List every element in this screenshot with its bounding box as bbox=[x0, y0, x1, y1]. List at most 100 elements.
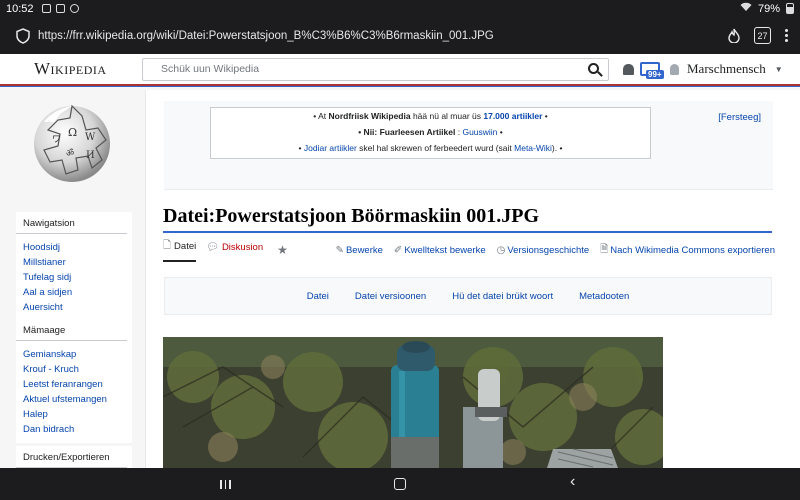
tabs-button[interactable]: 27 bbox=[754, 27, 771, 44]
articles-link[interactable]: artiikler bbox=[329, 143, 356, 153]
clock-icon: ◷ bbox=[496, 244, 506, 256]
commons-export-label: Nach Wikimedia Commons exportieren bbox=[610, 244, 775, 256]
tab-file-label: Datei bbox=[174, 241, 197, 252]
sidebar-item-overview[interactable]: Auersicht bbox=[23, 300, 125, 315]
browser-toolbar: https://frr.wikipedia.org/wiki/Datei:Pow… bbox=[0, 17, 800, 54]
sidebar-item-help[interactable]: Halep bbox=[23, 407, 125, 422]
chevron-down-icon[interactable]: ▼ bbox=[775, 65, 783, 74]
sidebar: Ω W ワ ॐ И Nawigatsion Hoodsidj Millstian… bbox=[0, 90, 145, 468]
edit-source-label: Kwelltekst bewerke bbox=[404, 244, 486, 256]
android-nav-bar: ‹ bbox=[0, 468, 800, 500]
username[interactable]: Marschmensch bbox=[687, 61, 766, 77]
edit-button[interactable]: ✎ Bewerke bbox=[336, 242, 383, 259]
site-notice-table: • At Nordfriisk Wikipedia hää nü al muar… bbox=[210, 107, 651, 159]
filetoc-versions-link[interactable]: Datei versioonen bbox=[355, 291, 426, 302]
battery-icon bbox=[786, 3, 794, 14]
featured-article-link[interactable]: Guuswiin bbox=[462, 127, 497, 137]
print-portlet: Drucken/Exportieren bbox=[16, 446, 132, 468]
edit-label: Bewerke bbox=[345, 244, 383, 256]
flame-icon[interactable] bbox=[728, 28, 740, 43]
battery-level: 79% bbox=[757, 2, 780, 15]
svg-text:ワ: ワ bbox=[52, 135, 61, 145]
tab-file[interactable]: 🗋 Datei bbox=[163, 238, 197, 262]
notice-text: • At bbox=[313, 111, 329, 121]
sidebar-item-community[interactable]: Gemianskap bbox=[23, 347, 125, 362]
wikitext-icon: ✐ bbox=[393, 244, 403, 256]
file-image[interactable] bbox=[163, 337, 663, 468]
svg-text:И: И bbox=[86, 150, 95, 161]
commons-export-button[interactable]: 🗎 Nach Wikimedia Commons exportieren bbox=[600, 242, 775, 259]
site-notice: • At Nordfriisk Wikipedia hää nü al muar… bbox=[164, 101, 773, 190]
sidebar-item-main-page[interactable]: Hoodsidj bbox=[23, 240, 125, 255]
bell-icon[interactable] bbox=[623, 63, 634, 75]
notices-badge: 99+ bbox=[646, 70, 664, 79]
notice-bold: • Nii: Fuarleesen Artiikel bbox=[358, 127, 456, 137]
wifi-icon bbox=[740, 2, 752, 15]
pencil-icon: ✎ bbox=[335, 244, 344, 256]
sidebar-item-village-pump[interactable]: Krouf - Kruch bbox=[23, 362, 125, 377]
file-toc: Datei Datei versioonen Hü det datei brük… bbox=[164, 277, 772, 315]
speech-bubble-icon: 💬︎ bbox=[206, 242, 219, 253]
hide-notice-link[interactable]: [Fersteeg] bbox=[718, 112, 761, 123]
mail-notification-icon bbox=[55, 4, 65, 13]
article-count-link[interactable]: 17.000 artiikler bbox=[483, 111, 542, 121]
file-icon: 🗋 bbox=[163, 240, 172, 251]
tab-talk[interactable]: 💬︎ Diskusion bbox=[206, 242, 263, 258]
android-status-bar: 10:52 79% bbox=[0, 0, 800, 17]
page-title: Datei:Powerstatsjoon Böörmaskiin 001.JPG bbox=[163, 205, 772, 233]
notice-text: • bbox=[542, 111, 548, 121]
home-button[interactable] bbox=[394, 478, 406, 490]
history-button[interactable]: ◷ Versionsgeschichte bbox=[497, 242, 590, 259]
search-input[interactable]: Schük uun Wikipedia bbox=[142, 57, 609, 81]
search-placeholder: Schük uun Wikipedia bbox=[161, 63, 260, 75]
notice-bold: Nordfriisk Wikipedia bbox=[328, 111, 411, 121]
tab-talk-label: Diskusion bbox=[221, 242, 264, 253]
recents-button[interactable] bbox=[220, 480, 231, 489]
user-icon bbox=[670, 63, 679, 75]
notice-text: • bbox=[497, 127, 503, 137]
nav-portlet: Nawigatsion Hoodsidj Millstianer Tufelag… bbox=[16, 212, 132, 321]
wikipedia-wordmark[interactable]: Wikipedia bbox=[34, 59, 142, 79]
sidebar-item-all-pages[interactable]: Aal a sidjen bbox=[23, 285, 125, 300]
sidebar-item-random[interactable]: Tufelag sidj bbox=[23, 270, 125, 285]
star-icon[interactable]: ★ bbox=[277, 243, 288, 257]
search-icon[interactable] bbox=[588, 62, 599, 74]
svg-text:ॐ: ॐ bbox=[66, 148, 74, 159]
svg-text:W: W bbox=[85, 132, 96, 143]
sidebar-item-recent-changes[interactable]: Leetst feranrangen bbox=[23, 377, 125, 392]
export-icon: 🗎 bbox=[600, 243, 609, 255]
edit-source-button[interactable]: ✐ Kwelltekst bewerke bbox=[394, 242, 486, 259]
main-content: • At Nordfriisk Wikipedia hää nü al muar… bbox=[145, 90, 800, 468]
wikipedia-globe-logo[interactable]: Ω W ワ ॐ И bbox=[30, 100, 114, 184]
url-field[interactable]: https://frr.wikipedia.org/wiki/Datei:Pow… bbox=[38, 30, 728, 42]
svg-text:Ω: Ω bbox=[68, 126, 77, 139]
page-tabs: 🗋 Datei 💬︎ Diskusion ★ ✎ Bewerke ✐ Kwellte… bbox=[163, 238, 775, 262]
notice-text: ). • bbox=[551, 143, 563, 153]
sidebar-item-donate[interactable]: Dan bidrach bbox=[23, 422, 125, 437]
community-heading: Mämaage bbox=[16, 319, 127, 341]
browser-menu-icon[interactable] bbox=[785, 29, 788, 42]
back-button[interactable]: ‹ bbox=[570, 473, 575, 491]
notice-line-3: • Jodiar artiikler skel hal skrewen of f… bbox=[211, 140, 650, 156]
shield-icon[interactable] bbox=[16, 27, 30, 44]
community-portlet: Mämaage Gemianskap Krouf - Kruch Leetst … bbox=[16, 319, 132, 443]
status-time: 10:52 bbox=[6, 2, 34, 15]
notice-line-1: • At Nordfriisk Wikipedia hää nü al muar… bbox=[211, 108, 650, 124]
sidebar-item-contents[interactable]: Millstianer bbox=[23, 255, 125, 270]
meta-wiki-link[interactable]: Meta-Wiki bbox=[514, 143, 552, 153]
sidebar-item-current-votes[interactable]: Aktuel ufstemangen bbox=[23, 392, 125, 407]
page-actions: ✎ Bewerke ✐ Kwelltekst bewerke ◷ Versionsge… bbox=[336, 242, 775, 259]
nav-heading: Nawigatsion bbox=[16, 212, 127, 234]
jodiar-link[interactable]: Jodiar bbox=[304, 143, 327, 153]
filetoc-metadata-link[interactable]: Metadooten bbox=[579, 291, 629, 302]
print-heading: Drucken/Exportieren bbox=[16, 446, 127, 468]
notice-text: hää nü al muar üs bbox=[410, 111, 484, 121]
notice-text: skel hal skrewen of ferbeedert wurd (sai… bbox=[356, 143, 515, 153]
notice-line-2: • Nii: Fuarleesen Artiikel : Guuswiin • bbox=[211, 124, 650, 140]
history-label: Versionsgeschichte bbox=[507, 244, 590, 256]
filetoc-usage-link[interactable]: Hü det datei brükt woort bbox=[452, 291, 553, 302]
notices-icon[interactable]: 99+ bbox=[640, 62, 664, 79]
filetoc-file-link[interactable]: Datei bbox=[307, 291, 329, 302]
image-notification-icon bbox=[41, 4, 51, 13]
sync-notification-icon bbox=[69, 4, 79, 13]
